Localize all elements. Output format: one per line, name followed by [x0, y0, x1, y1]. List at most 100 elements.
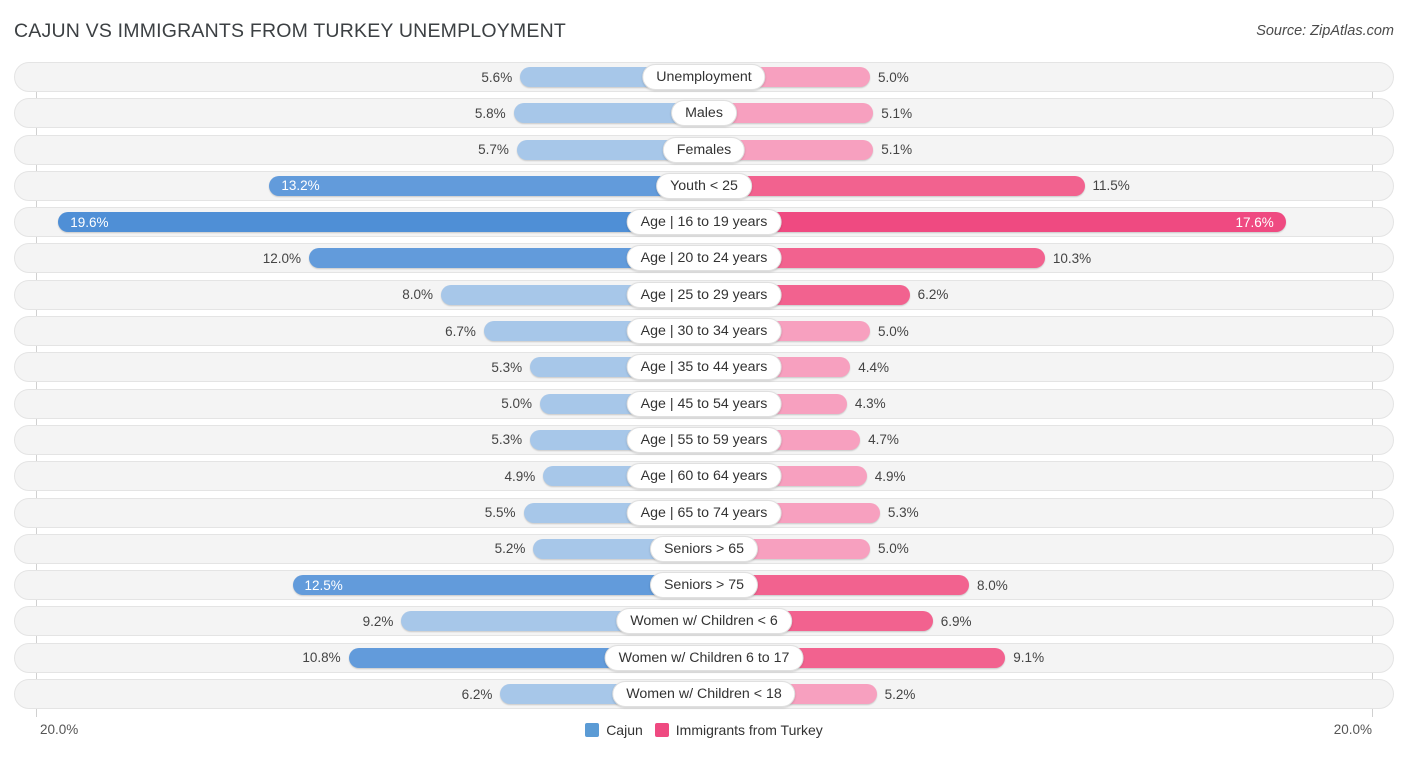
- right-value-label: 9.1%: [1013, 650, 1045, 666]
- source-attribution: Source: ZipAtlas.com: [1256, 23, 1394, 39]
- bar-row: 5.5% 5.3% Age | 65 to 74 years: [14, 497, 1395, 528]
- chart-footer: 20.0% 20.0% Cajun Immigrants from Turkey: [14, 718, 1394, 754]
- row-category-label: Males: [671, 100, 737, 127]
- row-category-label: Age | 20 to 24 years: [626, 245, 782, 272]
- legend-item[interactable]: Cajun: [585, 722, 643, 738]
- right-value-label: 10.3%: [1052, 250, 1092, 266]
- legend-item[interactable]: Immigrants from Turkey: [654, 722, 823, 738]
- bar-rows-container: 5.6% 5.0% Unemployment 5.8% 5.1% Males 5.7% 5.1…: [14, 62, 1394, 715]
- row-left-half: 5.7%: [15, 136, 705, 164]
- bar-row: 10.8% 9.1% Women w/ Children 6 to 17: [14, 642, 1394, 673]
- row-right-half: 4.4%: [705, 353, 1395, 381]
- bar-cajun[interactable]: 19.6%: [58, 212, 705, 233]
- bar-cajun[interactable]: 12.5%: [292, 575, 705, 596]
- bar-row: 6.2% 5.2% Women w/ Children < 18: [14, 679, 1394, 710]
- bar-row: 5.0% 4.3% Age | 45 to 54 years: [14, 388, 1395, 419]
- legend-label: Immigrants from Turkey: [675, 722, 823, 738]
- row-category-label: Youth < 25: [656, 172, 752, 199]
- right-value-label: 4.4%: [858, 359, 889, 375]
- right-value-label: 6.9%: [940, 613, 972, 629]
- page-header: CAJUN VS IMMIGRANTS FROM TURKEY UNEMPLOY…: [0, 0, 1406, 60]
- right-value-label: 17.6%: [1235, 214, 1274, 230]
- row-right-half: 4.3%: [705, 390, 1395, 418]
- page-title: CAJUN VS IMMIGRANTS FROM TURKEY UNEMPLOY…: [14, 20, 566, 42]
- row-left-half: 8.0%: [15, 281, 705, 309]
- row-left-half: 9.2%: [15, 607, 705, 635]
- bar-row: 6.7% 5.0% Age | 30 to 34 years: [14, 316, 1394, 347]
- row-category-label: Age | 35 to 44 years: [626, 354, 782, 381]
- row-left-half: 6.7%: [15, 317, 705, 345]
- row-left-half: 13.2%: [15, 172, 705, 200]
- right-value-label: 11.5%: [1092, 178, 1130, 194]
- left-value-label: 6.7%: [445, 323, 476, 339]
- right-value-label: 4.7%: [868, 432, 899, 448]
- bar-row: 19.6% 17.6% Age | 16 to 19 years: [14, 207, 1394, 238]
- left-value-label: 12.5%: [304, 577, 343, 593]
- right-value-label: 5.3%: [887, 505, 919, 521]
- right-value-label: 6.2%: [917, 287, 949, 303]
- bar-row: 5.7% 5.1% Females: [14, 134, 1395, 165]
- row-category-label: Females: [662, 136, 746, 163]
- row-category-label: Age | 60 to 64 years: [626, 463, 782, 490]
- row-right-half: 4.7%: [705, 426, 1395, 454]
- row-right-half: 5.1%: [705, 99, 1395, 127]
- row-category-label: Age | 16 to 19 years: [626, 209, 782, 236]
- bar-row: 4.9% 4.9% Age | 60 to 64 years: [14, 461, 1395, 492]
- legend-swatch-icon: [585, 723, 600, 737]
- left-value-label: 19.6%: [70, 214, 109, 230]
- left-value-label: 12.0%: [262, 250, 301, 266]
- right-value-label: 5.0%: [878, 541, 909, 557]
- row-left-half: 6.2%: [15, 680, 705, 708]
- left-value-label: 6.2%: [461, 686, 493, 702]
- row-right-half: 6.2%: [705, 281, 1395, 309]
- bar-cajun[interactable]: 13.2%: [269, 175, 705, 196]
- bar-row: 13.2% 11.5% Youth < 25: [14, 170, 1394, 201]
- row-right-half: 8.0%: [705, 571, 1395, 599]
- right-value-label: 8.0%: [977, 577, 1008, 593]
- bar-immigrants-from-turkey[interactable]: 17.6%: [705, 212, 1286, 233]
- bar-row: 5.3% 4.4% Age | 35 to 44 years: [14, 352, 1395, 383]
- bar-row: 12.0% 10.3% Age | 20 to 24 years: [14, 243, 1395, 274]
- row-left-half: 5.5%: [15, 499, 705, 527]
- row-left-half: 5.0%: [15, 390, 705, 418]
- right-value-label: 5.0%: [878, 69, 909, 85]
- row-category-label: Age | 55 to 59 years: [626, 426, 782, 453]
- right-value-label: 4.3%: [854, 396, 886, 412]
- bar-row: 5.8% 5.1% Males: [14, 98, 1395, 129]
- right-value-label: 4.9%: [874, 468, 906, 484]
- bar-row: 5.6% 5.0% Unemployment: [14, 62, 1394, 92]
- row-right-half: 10.3%: [705, 244, 1395, 272]
- row-left-half: 12.0%: [15, 244, 705, 272]
- left-value-label: 4.9%: [504, 468, 536, 484]
- row-left-half: 5.6%: [15, 63, 705, 91]
- row-category-label: Women w/ Children < 18: [612, 681, 796, 708]
- row-right-half: 4.9%: [705, 462, 1395, 490]
- legend-label: Cajun: [606, 722, 643, 738]
- left-value-label: 5.3%: [491, 432, 523, 448]
- row-right-half: 5.0%: [705, 535, 1395, 563]
- bar-row: 8.0% 6.2% Age | 25 to 29 years: [14, 279, 1395, 310]
- chart-legend: Cajun Immigrants from Turkey: [14, 722, 1394, 738]
- row-right-half: 5.3%: [705, 499, 1395, 527]
- row-category-label: Age | 65 to 74 years: [626, 499, 782, 526]
- left-value-label: 10.8%: [302, 650, 341, 666]
- bar-row: 9.2% 6.9% Women w/ Children < 6: [14, 606, 1394, 637]
- row-category-label: Women w/ Children 6 to 17: [604, 644, 804, 671]
- row-left-half: 10.8%: [15, 644, 705, 672]
- row-left-half: 12.5%: [15, 571, 705, 599]
- left-value-label: 13.2%: [281, 178, 320, 194]
- left-value-label: 5.7%: [478, 142, 509, 158]
- left-value-label: 5.5%: [484, 505, 516, 521]
- row-right-half: 5.1%: [705, 136, 1395, 164]
- bar-row: 5.2% 5.0% Seniors > 65: [14, 533, 1395, 564]
- right-value-label: 5.2%: [884, 686, 916, 702]
- row-category-label: Seniors > 75: [649, 572, 759, 599]
- row-left-half: 5.3%: [15, 426, 705, 454]
- row-category-label: Age | 25 to 29 years: [626, 281, 782, 308]
- row-left-half: 5.8%: [15, 99, 705, 127]
- bar-immigrants-from-turkey[interactable]: [705, 175, 1085, 196]
- left-value-label: 5.8%: [474, 105, 506, 121]
- row-right-half: 5.0%: [705, 63, 1395, 91]
- left-value-label: 8.0%: [402, 287, 433, 303]
- row-category-label: Age | 45 to 54 years: [626, 390, 782, 417]
